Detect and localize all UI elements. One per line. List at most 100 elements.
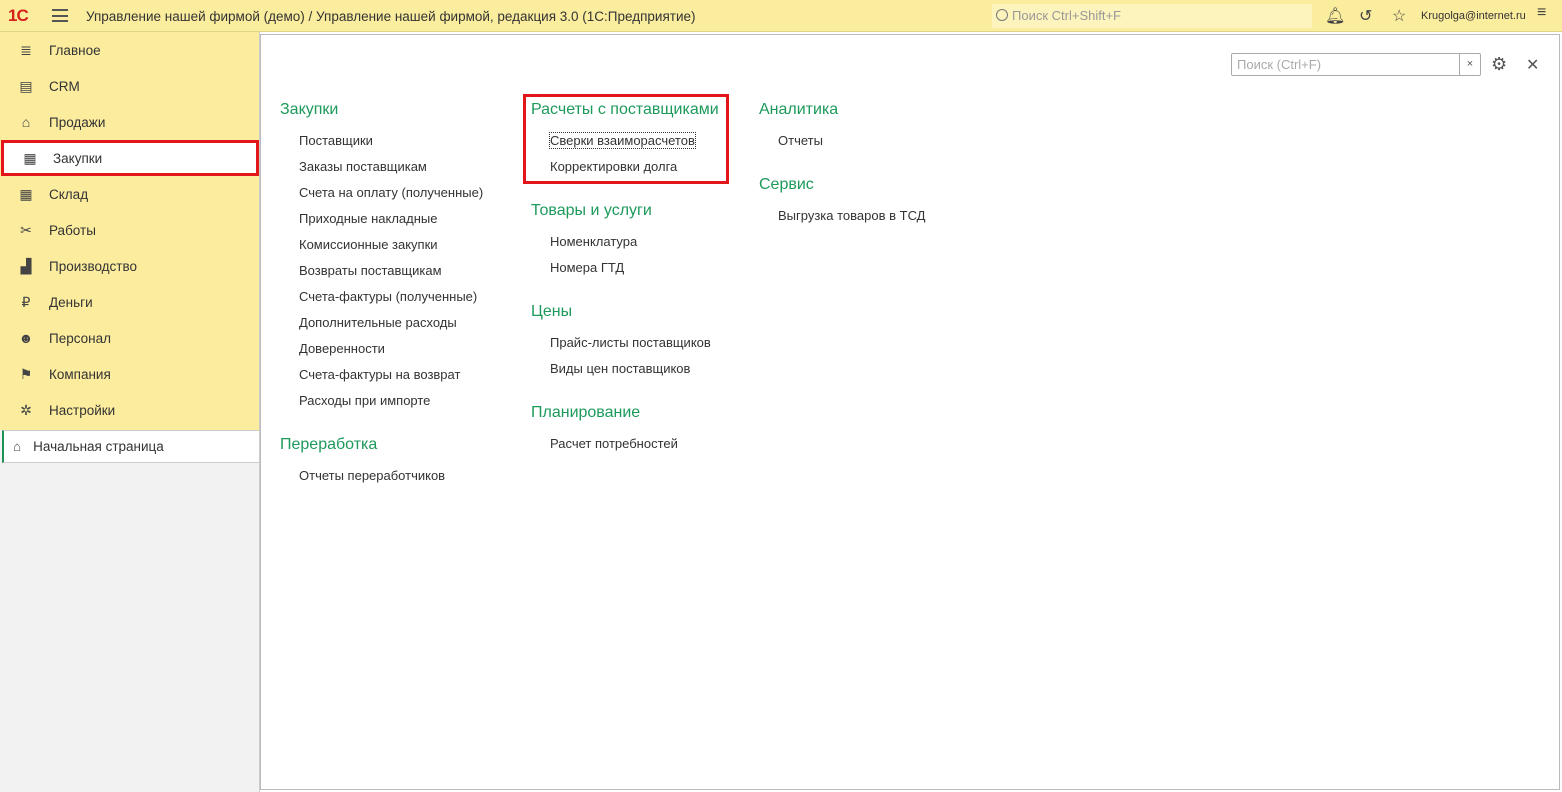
nav-link[interactable]: Расходы при импорте: [299, 393, 483, 419]
nav-link-label: Дополнительные расходы: [299, 315, 457, 330]
nav-link[interactable]: Виды цен поставщиков: [550, 361, 719, 387]
nav-link[interactable]: Расчет потребностей: [550, 436, 719, 462]
sidebar-item-label: Деньги: [49, 294, 93, 310]
nav-link-label: Приходные накладные: [299, 211, 438, 226]
nav-link[interactable]: Заказы поставщикам: [299, 159, 483, 185]
sidebar-item-label: Производство: [49, 258, 138, 274]
nav-link[interactable]: Возвраты поставщикам: [299, 263, 483, 289]
column-3: Аналитика Отчеты Сервис Выгрузка товаров в …: [759, 100, 926, 250]
clear-search-button[interactable]: ×: [1459, 54, 1480, 75]
sidebar: ≣ Главное ▤ CRM ⌂ Продажи ▦ Закупки ▦ Склад ✂ Работ…: [0, 32, 260, 792]
sidebar-item[interactable]: ☻ Персонал: [0, 320, 259, 356]
sidebar-item[interactable]: ✲ Настройки: [0, 392, 259, 428]
section-icon: ▦: [23, 149, 37, 166]
search-placeholder: Поиск (Ctrl+F): [1237, 57, 1322, 72]
nav-link-label: Номенклатура: [550, 234, 638, 249]
nav-link[interactable]: Дополнительные расходы: [299, 315, 483, 341]
history-icon[interactable]: ↺: [1359, 6, 1372, 26]
sidebar-item-label: Работы: [49, 222, 96, 238]
user-name[interactable]: Krugolga@internet.ru: [1421, 10, 1526, 22]
section-icon: ☻: [18, 330, 34, 346]
nav-link-label: Счета-фактуры (полученные): [299, 289, 478, 304]
nav-link[interactable]: Прайс-листы поставщиков: [550, 335, 719, 361]
section-heading: Переработка: [280, 436, 378, 453]
section-heading: Сервис: [759, 176, 814, 193]
bell-icon[interactable]: 🔔︎: [1325, 6, 1345, 26]
sidebar-item[interactable]: ✂ Работы: [0, 212, 259, 248]
search-icon: [996, 9, 1008, 21]
nav-link[interactable]: Поставщики: [299, 133, 483, 159]
nav-link-label: Счета-фактуры на возврат: [299, 367, 461, 382]
section-icon: ▤: [19, 77, 33, 94]
nav-link-label: Доверенности: [299, 341, 385, 356]
section-heading: Цены: [531, 303, 573, 320]
nav-link[interactable]: Счета-фактуры (полученные): [299, 289, 483, 315]
section-heading: Товары и услуги: [531, 202, 652, 219]
home-label: Начальная страница: [33, 439, 164, 454]
gear-icon[interactable]: ⚙: [1491, 54, 1507, 75]
section-group: Закупки Поставщики Заказы поставщикам Счета…: [280, 100, 483, 419]
section-group: Сервис Выгрузка товаров в ТСД: [759, 175, 926, 234]
section-heading: Закупки: [280, 101, 339, 118]
sidebar-item[interactable]: ₽ Деньги: [0, 284, 259, 320]
sidebar-item-label: CRM: [49, 78, 80, 94]
form-search-input[interactable]: Поиск (Ctrl+F) ×: [1231, 53, 1481, 76]
sidebar-item[interactable]: ▦ Склад: [0, 176, 259, 212]
nav-link[interactable]: Приходные накладные: [299, 211, 483, 237]
close-icon[interactable]: ✕: [1526, 55, 1539, 75]
section-group: Цены Прайс-листы поставщиков Виды цен пост…: [531, 302, 719, 387]
nav-link[interactable]: Комиссионные закупки: [299, 237, 483, 263]
section-icon: ⌂: [21, 114, 31, 130]
nav-link[interactable]: Счета-фактуры на возврат: [299, 367, 483, 393]
sidebar-item-label: Персонал: [49, 330, 111, 346]
sidebar-item-label: Компания: [49, 366, 111, 382]
nav-link-label: Выгрузка товаров в ТСД: [778, 208, 926, 223]
nav-link-label: Счета на оплату (полученные): [299, 185, 484, 200]
settings-menu-icon[interactable]: ≡: [1537, 4, 1546, 22]
search-placeholder: Поиск Ctrl+Shift+F: [1012, 8, 1121, 23]
global-search-input[interactable]: Поиск Ctrl+Shift+F: [992, 4, 1312, 28]
sidebar-item-label: Склад: [49, 186, 89, 202]
nav-link-label: Поставщики: [299, 133, 373, 148]
home-page-tab[interactable]: ⌂ Начальная страница: [2, 430, 259, 463]
section-icon: ✂: [20, 221, 32, 238]
sidebar-item-label: Настройки: [49, 402, 116, 418]
nav-link[interactable]: Счета на оплату (полученные): [299, 185, 483, 211]
section-icon: ▦: [19, 185, 33, 202]
hamburger-menu-icon[interactable]: [52, 9, 68, 22]
sidebar-item[interactable]: ⚑ Компания: [0, 356, 259, 392]
sidebar-item[interactable]: ▤ CRM: [0, 68, 259, 104]
nav-link[interactable]: Отчеты переработчиков: [299, 468, 483, 494]
section-group: Переработка Отчеты переработчиков: [280, 435, 483, 494]
star-icon[interactable]: ☆: [1392, 6, 1406, 26]
column-1: Закупки Поставщики Заказы поставщикам Счета…: [280, 100, 483, 510]
section-icon: ✲: [20, 401, 32, 418]
1c-logo: 1С: [8, 6, 29, 25]
nav-link-label: Расходы при импорте: [299, 393, 431, 408]
sidebar-item[interactable]: ▟ Производство: [0, 248, 259, 284]
title-bar: 1С Управление нашей фирмой (демо) / Упра…: [0, 0, 1562, 32]
sidebar-item-label: Продажи: [49, 114, 106, 130]
nav-link-label: Отчеты переработчиков: [299, 468, 446, 483]
sidebar-item[interactable]: ⌂ Продажи: [0, 104, 259, 140]
nav-link-label: Виды цен поставщиков: [550, 361, 691, 376]
nav-link[interactable]: Номенклатура: [550, 234, 719, 260]
nav-link-label: Заказы поставщикам: [299, 159, 427, 174]
section-heading: Планирование: [531, 404, 641, 421]
section-heading: Аналитика: [759, 101, 839, 118]
nav-link-label: Расчет потребностей: [550, 436, 678, 451]
highlight-frame: [523, 94, 729, 184]
nav-link-label: Номера ГТД: [550, 260, 625, 275]
sidebar-item[interactable]: ▦ Закупки: [1, 140, 259, 176]
nav-link[interactable]: Номера ГТД: [550, 260, 719, 286]
nav-link-label: Прайс-листы поставщиков: [550, 335, 711, 350]
nav-link[interactable]: Выгрузка товаров в ТСД: [778, 208, 926, 234]
sidebar-item[interactable]: ≣ Главное: [0, 32, 259, 68]
window-title: Управление нашей фирмой (демо) / Управле…: [86, 9, 696, 24]
section-group: Планирование Расчет потребностей: [531, 403, 719, 462]
section-icon: ⚑: [19, 365, 33, 382]
section-group: Товары и услуги Номенклатура Номера ГТД: [531, 201, 719, 286]
section-icon: ▟: [20, 257, 32, 274]
nav-link[interactable]: Доверенности: [299, 341, 483, 367]
nav-link[interactable]: Отчеты: [778, 133, 926, 159]
